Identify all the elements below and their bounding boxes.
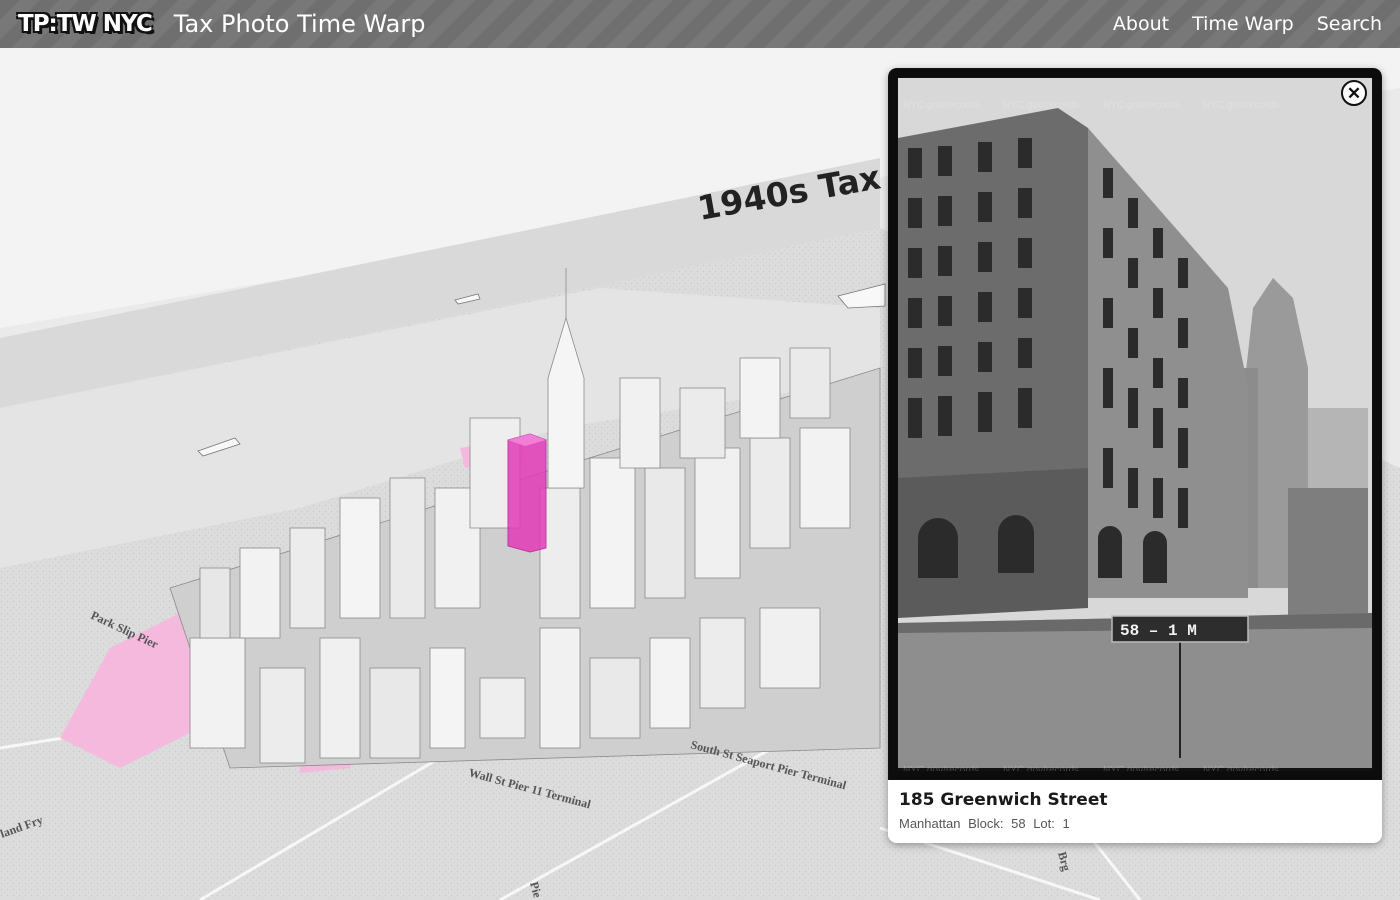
photo-address: 185 Greenwich Street: [899, 790, 1108, 810]
borough-label: Manhattan: [899, 816, 961, 831]
block-value: 58: [1011, 816, 1026, 831]
nav-time-warp-link[interactable]: Time Warp: [1192, 13, 1294, 35]
photo-caption: 185 Greenwich Street Manhattan Block: 58…: [888, 780, 1382, 843]
lot-label: Lot:: [1033, 816, 1055, 831]
block-label: Block:: [968, 816, 1004, 831]
selected-building-highlight[interactable]: [507, 433, 547, 553]
photo-lot-info: Manhattan Block: 58 Lot: 1: [899, 816, 1371, 831]
svg-text:NYC.gov/records: NYC.gov/records: [1003, 100, 1079, 111]
close-icon: ✕: [1346, 83, 1362, 103]
app-title: Tax Photo Time Warp: [173, 10, 426, 38]
app-logo[interactable]: TP:TW NYC: [18, 11, 153, 37]
lot-value: 1: [1062, 816, 1070, 831]
top-header: TP:TW NYC Tax Photo Time Warp About Time…: [0, 0, 1400, 48]
close-button[interactable]: ✕: [1341, 80, 1367, 106]
photo-popup: ✕ 58 – 1 M NYC.gov/records NYC.gov/recor…: [888, 68, 1382, 843]
svg-text:NYC.gov/records: NYC.gov/records: [1203, 100, 1279, 111]
main-nav: About Time Warp Search: [1113, 13, 1382, 35]
nav-search-link[interactable]: Search: [1317, 13, 1382, 35]
tax-photo-image: 58 – 1 M NYC.gov/records NYC.gov/records…: [889, 69, 1381, 779]
svg-text:NYC.gov/records: NYC.gov/records: [1103, 100, 1179, 111]
nav-about-link[interactable]: About: [1113, 13, 1169, 35]
tax-photo[interactable]: 58 – 1 M NYC.gov/records NYC.gov/records…: [888, 68, 1382, 780]
photo-sign-text: 58 – 1 M: [1120, 622, 1197, 640]
svg-text:NYC.gov/records: NYC.gov/records: [903, 100, 979, 111]
